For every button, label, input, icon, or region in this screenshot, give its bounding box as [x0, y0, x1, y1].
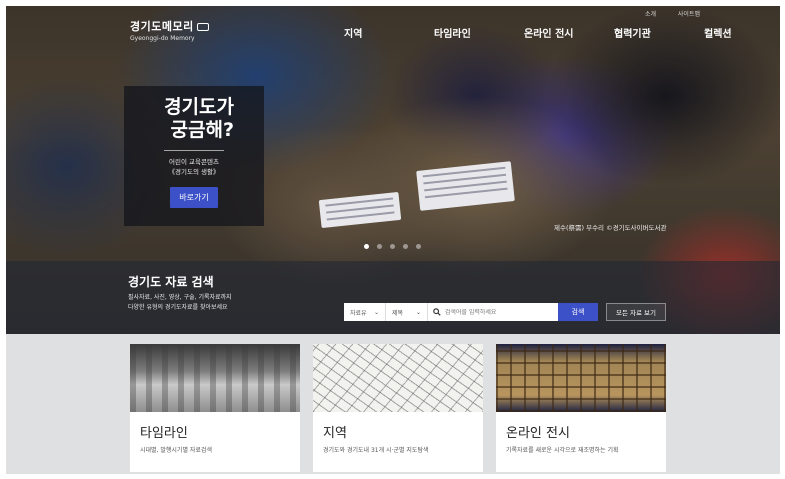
card-title: 지역 [323, 426, 347, 441]
slide-dot-1[interactable] [364, 244, 369, 249]
nav-item-partners[interactable]: 협력기관 [606, 25, 696, 40]
promo-title: 경기도가 궁금해? [124, 86, 264, 142]
promo-subtitle: 어린이 교육콘텐츠 《경기도의 생활》 [124, 157, 264, 177]
card-description: 시대별, 발행시기별 자료검색 [140, 447, 212, 454]
promo-title-line-1: 경기도가 [164, 96, 234, 118]
logo-title: 경기도메모리 [130, 20, 194, 33]
slide-dot-4[interactable] [403, 244, 408, 249]
chevron-down-icon: ⌄ [415, 308, 421, 316]
card-description: 경기도와 경기도내 31개 시·군별 지도탐색 [323, 447, 429, 454]
promo-sub-line-2: 《경기도의 생활》 [168, 168, 220, 176]
promo-box: 경기도가 궁금해? 어린이 교육콘텐츠 《경기도의 생활》 바로가기 [124, 86, 264, 226]
utility-link-about[interactable]: 소개 [645, 11, 656, 18]
search-description: 필사자료, 사진, 영상, 구술, 기록자료까지 다양한 유형의 경기도자료를 … [128, 293, 278, 313]
card-region[interactable]: 지역 경기도와 경기도내 31개 시·군별 지도탐색 [313, 344, 483, 472]
map-drawing-image [313, 344, 483, 412]
category-section: 타임라인 시대별, 발행시기별 자료검색 지역 경기도와 경기도내 31개 시·… [6, 334, 780, 474]
nav-item-collection[interactable]: 컬렉션 [696, 25, 780, 40]
slide-dot-2[interactable] [377, 244, 382, 249]
search-section: 경기도 자료 검색 필사자료, 사진, 영상, 구술, 기록자료까지 다양한 유… [6, 261, 780, 334]
nav-item-region[interactable]: 지역 [336, 25, 426, 40]
promo-title-line-2: 궁금해? [170, 119, 234, 141]
nav-item-timeline[interactable]: 타임라인 [426, 25, 516, 40]
top-navigation-bar: 경기도메모리 Gyeonggi-do Memory 소개 사이트맵 지역 타임라… [6, 6, 780, 58]
search-title: 경기도 자료 검색 [128, 275, 214, 289]
card-description: 기록자료를 새로운 시각으로 재조명하는 기획 [506, 447, 619, 454]
utility-link-sitemap[interactable]: 사이트맵 [678, 11, 700, 18]
logo-mark-icon [196, 23, 209, 31]
search-input[interactable] [444, 308, 553, 316]
search-button[interactable]: 검색 [558, 303, 598, 321]
search-bar: 자료유 ⌄ 제목 ⌄ 검색 [344, 303, 598, 321]
search-field-select-value: 제목 [392, 309, 404, 317]
card-online-exhibition[interactable]: 온라인 전시 기록자료를 새로운 시각으로 재조명하는 기획 [496, 344, 666, 472]
slide-dot-3[interactable] [390, 244, 395, 249]
material-type-select-value: 자료유 [350, 309, 367, 317]
card-timeline[interactable]: 타임라인 시대별, 발행시기별 자료검색 [130, 344, 300, 472]
hero-banner: 경기도메모리 Gyeonggi-do Memory 소개 사이트맵 지역 타임라… [6, 6, 780, 334]
utility-links: 소개 사이트맵 [625, 9, 700, 18]
search-icon [433, 308, 441, 316]
search-desc-line-1: 필사자료, 사진, 영상, 구술, 기록자료까지 [128, 294, 232, 301]
nav-item-online-exhibition[interactable]: 온라인 전시 [516, 25, 606, 40]
search-desc-line-2: 다양한 유형의 경기도자료를 찾아보세요 [128, 304, 228, 311]
chevron-down-icon: ⌄ [373, 308, 379, 316]
search-field-select[interactable]: 제목 ⌄ [386, 303, 428, 321]
hero-photo-caption: 제수(祭需) 부수리 ©경기도사이버도서관 [554, 224, 667, 232]
classroom-photo-image [130, 344, 300, 412]
search-input-wrapper [428, 303, 558, 321]
slide-indicators [364, 244, 421, 249]
promo-go-button[interactable]: 바로가기 [170, 187, 218, 208]
view-all-button[interactable]: 모든 자료 보기 [606, 303, 666, 321]
promo-sub-line-1: 어린이 교육콘텐츠 [169, 158, 219, 166]
promo-divider [164, 150, 224, 151]
card-title: 온라인 전시 [506, 426, 570, 441]
material-type-select[interactable]: 자료유 ⌄ [344, 303, 386, 321]
exhibition-board-image [496, 344, 666, 412]
slide-dot-5[interactable] [416, 244, 421, 249]
logo-subtitle: Gyeonggi-do Memory [130, 35, 195, 42]
card-title: 타임라인 [140, 426, 188, 441]
main-navigation: 지역 타임라인 온라인 전시 협력기관 컬렉션 [336, 25, 780, 40]
site-logo[interactable]: 경기도메모리 Gyeonggi-do Memory [130, 18, 209, 42]
